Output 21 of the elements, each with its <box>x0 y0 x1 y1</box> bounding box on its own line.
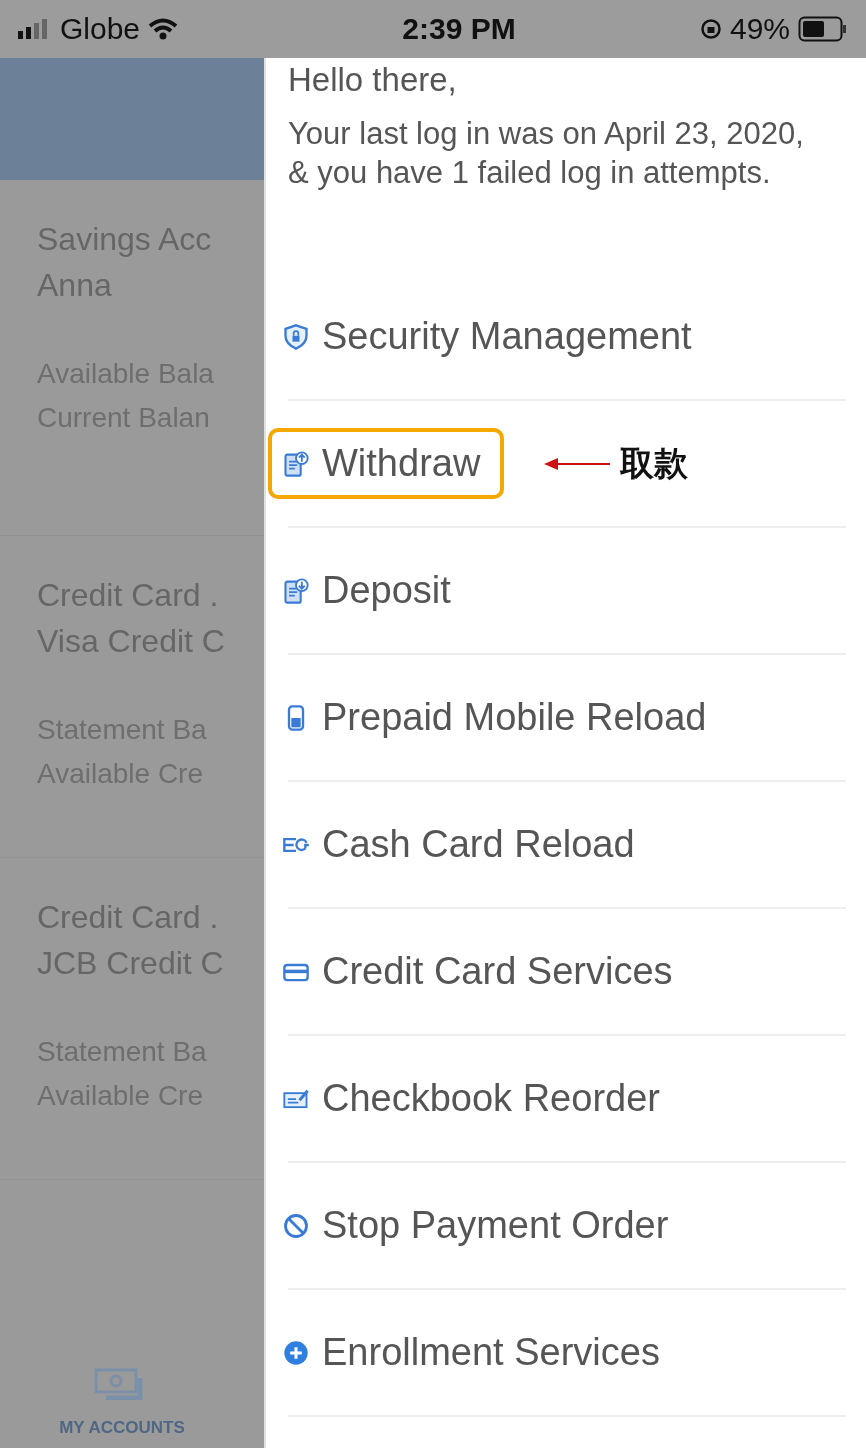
menu-item[interactable]: Deposit <box>268 555 475 626</box>
menu-item[interactable]: Enrollment Services <box>268 1317 684 1388</box>
wifi-icon <box>148 18 179 40</box>
menu-item[interactable]: Cash Card Reload <box>268 809 659 880</box>
carrier-name: Globe <box>60 12 141 46</box>
menu-item[interactable]: Checkbook Reorder <box>268 1063 684 1134</box>
battery-icon <box>798 16 848 42</box>
add-circle-icon <box>282 1338 310 1367</box>
stop-icon <box>282 1211 310 1240</box>
annotation-text: 取款 <box>620 441 689 485</box>
battery-percent: 49% <box>729 12 790 46</box>
login-info-text: Your last log in was on April 23, 2020, & you have 1 failed log in attempts. <box>288 115 805 192</box>
menu-item[interactable]: Stop Payment Order <box>268 1190 693 1261</box>
menu-item[interactable]: Credit Card Services <box>268 936 697 1007</box>
greeting-text: Hello there, <box>288 60 458 100</box>
clock-time: 2:39 PM <box>402 12 516 46</box>
menu-item[interactable]: Security Management <box>268 301 716 372</box>
shield-icon <box>282 322 310 351</box>
annotation-arrow <box>544 456 611 471</box>
menu-item[interactable]: Withdraw <box>268 428 505 499</box>
menu-item[interactable]: Prepaid Mobile Reload <box>268 682 731 753</box>
